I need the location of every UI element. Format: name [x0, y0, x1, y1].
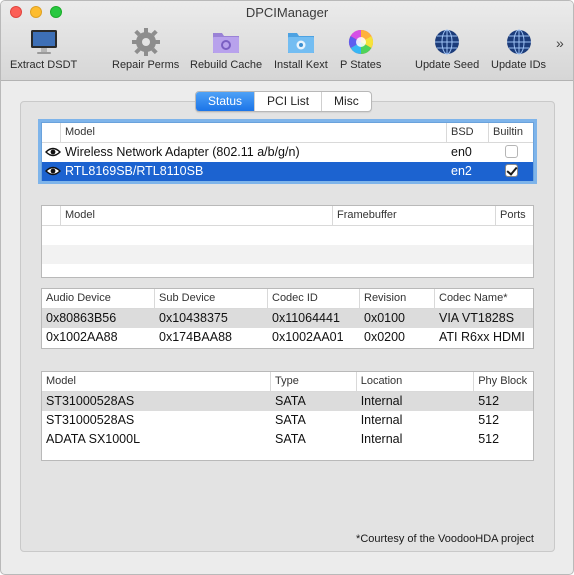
toolbar-label: Update Seed	[415, 59, 480, 71]
color-wheel-icon	[348, 29, 373, 54]
type-cell: SATA	[275, 413, 306, 427]
codec-name-cell: VIA VT1828S	[439, 311, 515, 325]
model-cell: Wireless Network Adapter (802.11 a/b/g/n…	[65, 145, 300, 159]
gear-icon	[131, 28, 160, 56]
column-header-model[interactable]: Model	[61, 123, 447, 142]
column-header-codec-name[interactable]: Codec Name*	[435, 289, 533, 308]
column-header-builtin[interactable]: Builtin	[489, 123, 533, 142]
audio-table[interactable]: Audio Device Sub Device Codec ID Revisio…	[41, 288, 534, 349]
sub-device-cell: 0x10438375	[159, 311, 228, 325]
column-header-location[interactable]: Location	[357, 372, 475, 391]
phy-block-cell: 512	[478, 413, 500, 427]
update-ids-button[interactable]: Update IDs	[491, 27, 546, 71]
audio-device-cell: 0x80863B56	[46, 311, 117, 325]
globe-icon	[435, 29, 460, 55]
bsd-cell: en0	[451, 145, 472, 159]
extract-dsdt-button[interactable]: Extract DSDT	[10, 27, 77, 71]
builtin-cell	[489, 162, 533, 181]
table-row-selected[interactable]: RTL8169SB/RTL8110SB en2	[42, 162, 533, 181]
table-row[interactable]: ST31000528AS SATA Internal 512	[42, 392, 533, 411]
type-cell: SATA	[275, 432, 306, 446]
column-header-blank	[42, 206, 61, 225]
toolbar-overflow-chevron-icon[interactable]: »	[556, 35, 564, 51]
bsd-cell: en2	[451, 164, 472, 178]
install-kext-button[interactable]: Install Kext	[274, 27, 328, 71]
purple-folder-icon	[213, 33, 240, 53]
column-header-visibility[interactable]	[42, 123, 61, 142]
sub-device-cell: 0x174BAA88	[159, 330, 232, 344]
tab-pci-list[interactable]: PCI List	[255, 92, 323, 111]
rebuild-cache-button[interactable]: Rebuild Cache	[190, 27, 262, 71]
empty-row	[42, 264, 533, 283]
p-states-button[interactable]: P States	[340, 27, 381, 71]
model-cell: ST31000528AS	[46, 413, 135, 427]
globe-icon	[506, 29, 531, 55]
type-cell: SATA	[275, 394, 306, 408]
column-header-codec-id[interactable]: Codec ID	[268, 289, 360, 308]
revision-cell: 0x0200	[364, 330, 406, 344]
phy-block-cell: 512	[478, 394, 500, 408]
builtin-checkbox[interactable]	[504, 145, 518, 159]
toolbar-label: P States	[340, 59, 382, 71]
network-table-header: Model BSD Builtin	[42, 123, 533, 143]
storage-table[interactable]: Model Type Location Phy Block ST31000528…	[41, 371, 534, 461]
tab-bar: Status PCI List Misc	[195, 91, 372, 112]
column-header-sub-device[interactable]: Sub Device	[155, 289, 268, 308]
network-table[interactable]: Model BSD Builtin Wireless Network Adapt…	[41, 122, 534, 181]
table-row[interactable]: ST31000528AS SATA Internal 512	[42, 411, 533, 430]
graphics-table-header: Model Framebuffer Ports	[42, 206, 533, 226]
audio-device-cell: 0x1002AA88	[46, 330, 118, 344]
footnote-text: *Courtesy of the VoodooHDA project	[356, 533, 534, 545]
revision-cell: 0x0100	[364, 311, 406, 325]
repair-perms-button[interactable]: Repair Perms	[112, 27, 179, 71]
column-header-ports[interactable]: Ports	[496, 206, 533, 225]
storage-table-header: Model Type Location Phy Block	[42, 372, 533, 392]
toolbar-label: Extract DSDT	[10, 59, 78, 71]
table-row[interactable]: 0x80863B56 0x10438375 0x11064441 0x0100 …	[42, 309, 533, 328]
model-cell: ADATA SX1000L	[46, 432, 141, 446]
location-cell: Internal	[360, 413, 403, 427]
window-title: DPCIManager	[245, 5, 329, 20]
empty-row	[42, 226, 533, 245]
builtin-checkbox-checked[interactable]	[504, 164, 518, 178]
eye-icon	[45, 147, 61, 156]
column-header-model[interactable]: Model	[42, 372, 272, 391]
codec-name-cell: ATI R6xx HDMI	[439, 330, 525, 344]
toolbar-label: Rebuild Cache	[190, 59, 263, 71]
tab-status[interactable]: Status	[196, 92, 256, 111]
builtin-cell	[489, 143, 533, 162]
column-header-audio-device[interactable]: Audio Device	[42, 289, 155, 308]
model-cell: RTL8169SB/RTL8110SB	[65, 164, 204, 178]
eye-icon	[45, 166, 61, 175]
eye-cell	[42, 143, 61, 162]
table-row[interactable]: 0x1002AA88 0x174BAA88 0x1002AA01 0x0200 …	[42, 328, 533, 347]
toolbar-label: Install Kext	[274, 59, 328, 71]
tab-misc[interactable]: Misc	[322, 92, 371, 111]
eye-cell	[42, 162, 61, 181]
column-header-model[interactable]: Model	[61, 206, 333, 225]
table-row[interactable]: Wireless Network Adapter (802.11 a/b/g/n…	[42, 143, 533, 162]
table-row[interactable]: ADATA SX1000L SATA Internal 512	[42, 430, 533, 449]
column-header-phy-block[interactable]: Phy Block	[474, 372, 533, 391]
phy-block-cell: 512	[478, 432, 500, 446]
update-seed-button[interactable]: Update Seed	[415, 27, 479, 71]
location-cell: Internal	[360, 394, 403, 408]
column-header-revision[interactable]: Revision	[360, 289, 435, 308]
empty-row	[42, 245, 533, 264]
model-cell: ST31000528AS	[46, 394, 135, 408]
app-window: DPCIManager Extract DSDT Repair Perms Re…	[0, 0, 574, 575]
toolbar-label: Repair Perms	[112, 59, 180, 71]
codec-id-cell: 0x11064441	[272, 311, 340, 325]
location-cell: Internal	[360, 432, 403, 446]
monitor-icon	[30, 30, 57, 54]
column-header-type[interactable]: Type	[271, 372, 357, 391]
audio-table-header: Audio Device Sub Device Codec ID Revisio…	[42, 289, 533, 309]
column-header-framebuffer[interactable]: Framebuffer	[333, 206, 496, 225]
graphics-table[interactable]: Model Framebuffer Ports	[41, 205, 534, 278]
column-header-bsd[interactable]: BSD	[447, 123, 489, 142]
blue-folder-icon	[287, 33, 314, 53]
codec-id-cell: 0x1002AA01	[272, 330, 344, 344]
toolbar-label: Update IDs	[491, 59, 547, 71]
window-toolbar: DPCIManager Extract DSDT Repair Perms Re…	[1, 1, 573, 81]
